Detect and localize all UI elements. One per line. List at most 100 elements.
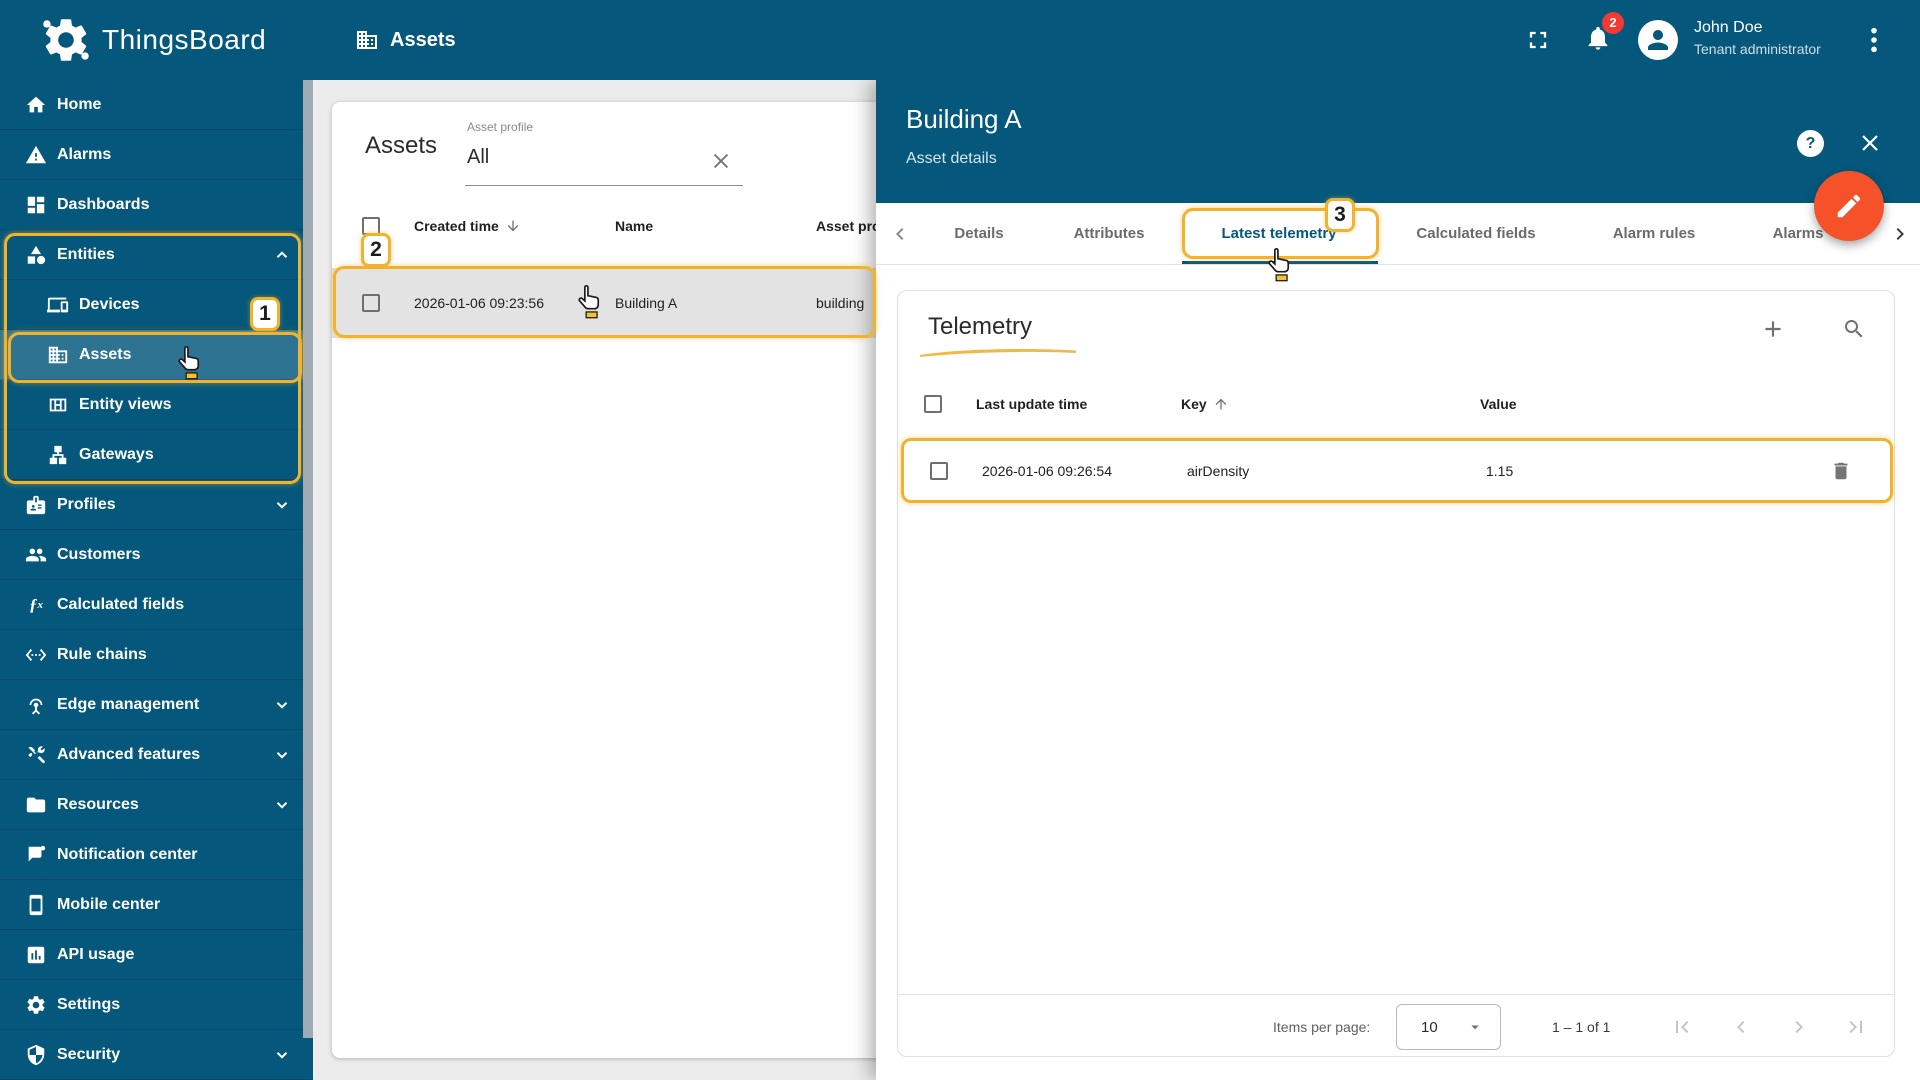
warning-icon	[25, 144, 47, 166]
chevron-up-icon	[273, 246, 291, 264]
select-all-checkbox[interactable]	[362, 217, 380, 235]
chevron-down-icon	[273, 796, 291, 814]
details-subtitle: Asset details	[906, 150, 997, 167]
page-range: 1 – 1 of 1	[1552, 1019, 1611, 1035]
sidebar-item-entity-views[interactable]: Entity views	[0, 380, 313, 430]
filter-underline	[465, 185, 743, 186]
tabs-scroll-right-icon[interactable]	[1888, 222, 1912, 246]
building-icon	[47, 344, 69, 366]
telemetry-row-airdensity[interactable]: 2026-01-06 09:26:54 airDensity 1.15	[901, 438, 1893, 503]
folder-icon	[25, 794, 47, 816]
chevron-down-icon	[273, 1046, 291, 1064]
edit-fab-button[interactable]	[1814, 171, 1884, 241]
sidebar-item-api-usage[interactable]: API usage	[0, 930, 313, 980]
sidebar-item-devices[interactable]: Devices	[0, 280, 313, 330]
sidebar-item-alarms[interactable]: Alarms	[0, 130, 313, 180]
fullscreen-icon[interactable]	[1524, 26, 1552, 54]
assets-page-icon	[357, 31, 377, 49]
ethernet-icon	[25, 644, 47, 666]
tab-alarm-rules[interactable]: Alarm rules	[1613, 203, 1696, 265]
top-app-bar: ThingsBoard Assets 2 John Doe Tenant adm…	[0, 0, 1920, 80]
tab-latest-telemetry[interactable]: Latest telemetry	[1221, 203, 1336, 265]
first-page-icon[interactable]	[1670, 1015, 1694, 1039]
previous-page-icon[interactable]	[1729, 1015, 1753, 1039]
badge-icon	[25, 494, 47, 516]
antenna-icon	[25, 694, 47, 716]
column-created-time[interactable]: Created time	[414, 218, 499, 234]
kebab-menu-icon[interactable]	[1858, 24, 1890, 56]
category-icon	[25, 244, 47, 266]
sidebar-item-advanced-features[interactable]: Advanced features	[0, 730, 313, 780]
dashboard-icon	[25, 194, 47, 216]
tools-icon	[25, 744, 47, 766]
telemetry-title-marker	[920, 349, 1076, 357]
sidebar-item-assets[interactable]: Assets	[0, 330, 313, 380]
notification-count-badge: 2	[1602, 12, 1624, 34]
telemetry-table-header: Last update time Key Value	[898, 386, 1894, 422]
view-quilt-icon	[47, 394, 69, 416]
add-telemetry-icon[interactable]	[1760, 316, 1786, 342]
assets-list-title: Assets	[365, 132, 438, 159]
items-per-page-label: Items per page:	[1273, 1019, 1371, 1035]
sidebar-item-edge-management[interactable]: Edge management	[0, 680, 313, 730]
sidebar-item-rule-chains[interactable]: Rule chains	[0, 630, 313, 680]
column-last-update-time[interactable]: Last update time	[976, 396, 1181, 412]
asset-details-panel: Building A Asset details ? Details Attri…	[876, 80, 1920, 1080]
sidebar-item-resources[interactable]: Resources	[0, 780, 313, 830]
close-icon[interactable]	[1858, 131, 1882, 155]
asset-profile-filter-value[interactable]: All	[467, 146, 489, 169]
cell-created-time: 2026-01-06 09:23:56	[414, 295, 544, 311]
user-name: John Doe	[1694, 19, 1763, 36]
dropdown-caret-icon	[1471, 1025, 1479, 1030]
avatar[interactable]	[1638, 20, 1678, 60]
column-value[interactable]: Value	[1480, 396, 1834, 412]
message-flag-icon	[25, 844, 47, 866]
gear-icon	[25, 994, 47, 1016]
row-checkbox[interactable]	[930, 461, 948, 480]
row-checkbox[interactable]	[362, 294, 380, 312]
tab-calculated-fields[interactable]: Calculated fields	[1416, 203, 1535, 265]
last-page-icon[interactable]	[1844, 1015, 1868, 1039]
help-icon[interactable]: ?	[1797, 130, 1824, 157]
column-name[interactable]: Name	[615, 218, 816, 234]
smartphone-icon	[25, 894, 47, 916]
brand-name: ThingsBoard	[102, 24, 267, 55]
cell-name: Building A	[615, 295, 678, 311]
tabs-scroll-left-icon[interactable]	[888, 222, 912, 246]
people-icon	[25, 544, 47, 566]
sidebar-scrollbar[interactable]	[303, 80, 313, 1038]
sidebar-item-gateways[interactable]: Gateways	[0, 430, 313, 480]
page-title: Assets	[390, 29, 456, 51]
sidebar-item-notification-center[interactable]: Notification center	[0, 830, 313, 880]
sidebar-item-dashboards[interactable]: Dashboards	[0, 180, 313, 230]
pencil-icon	[1837, 194, 1861, 218]
person-icon	[1648, 30, 1668, 50]
chevron-down-icon	[273, 496, 291, 514]
next-page-icon[interactable]	[1787, 1015, 1811, 1039]
sort-desc-icon	[507, 220, 519, 232]
telemetry-section-title: Telemetry	[928, 313, 1033, 340]
delete-icon[interactable]	[1830, 460, 1852, 482]
clear-filter-icon[interactable]	[710, 150, 732, 172]
sidebar-item-settings[interactable]: Settings	[0, 980, 313, 1030]
column-key[interactable]: Key	[1181, 396, 1207, 412]
sidebar-item-calculated-fields[interactable]: ƒx Calculated fields	[0, 580, 313, 630]
chevron-down-icon	[273, 696, 291, 714]
sidebar-item-security[interactable]: Security	[0, 1030, 313, 1080]
sidebar-item-home[interactable]: Home	[0, 80, 313, 130]
tab-details[interactable]: Details	[954, 203, 1003, 265]
sidebar-item-customers[interactable]: Customers	[0, 530, 313, 580]
search-icon[interactable]	[1842, 317, 1866, 341]
sidebar-item-profiles[interactable]: Profiles	[0, 480, 313, 530]
details-title: Building A	[906, 104, 1022, 134]
tab-attributes[interactable]: Attributes	[1074, 203, 1145, 265]
sidebar-item-entities[interactable]: Entities	[0, 230, 313, 280]
thingsboard-logo-icon	[43, 19, 89, 61]
select-all-checkbox[interactable]	[924, 395, 942, 413]
sidebar-item-mobile-center[interactable]: Mobile center	[0, 880, 313, 930]
cell-key: airDensity	[1187, 462, 1250, 479]
details-header: Building A Asset details ?	[876, 80, 1920, 203]
items-per-page-select[interactable]: 10	[1396, 1004, 1501, 1050]
notifications-button[interactable]: 2	[1584, 12, 1624, 58]
sidebar-nav: Home Alarms Dashboards Entities Devices …	[0, 80, 313, 1080]
